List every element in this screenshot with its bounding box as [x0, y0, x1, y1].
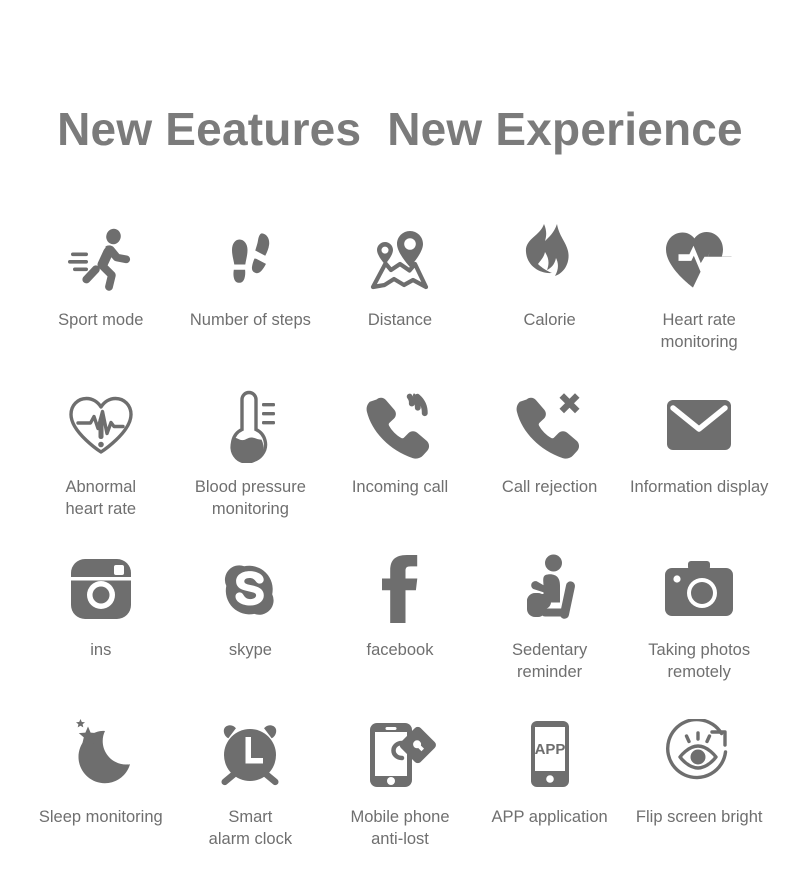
feature-label: Heart rate monitoring [660, 310, 738, 351]
page-title-row: New Eeatures New Experience [0, 0, 800, 184]
feature-label: Sport mode [58, 310, 144, 329]
feature-item-incoming-call[interactable]: Incoming call [325, 385, 475, 550]
feature-label: Calorie [523, 310, 576, 329]
footsteps-icon [214, 220, 286, 298]
feature-item-sedentary-reminder[interactable]: Sedentary reminder [475, 550, 625, 715]
heart-outline-ecg-alert-icon [63, 385, 139, 465]
feature-grid: Sport mode Number of steps Distance Calo… [0, 220, 800, 880]
feature-item-abnormal-heart-rate[interactable]: Abnormal heart rate [26, 385, 176, 550]
feature-item-information-display[interactable]: Information display [624, 385, 774, 550]
page-title: New Eeatures New Experience [57, 102, 743, 155]
feature-item-facebook[interactable]: facebook [325, 550, 475, 715]
feature-label: Number of steps [189, 310, 311, 329]
phone-lock-icon [362, 715, 438, 795]
feature-label: Blood pressure monitoring [194, 477, 306, 518]
feature-label: APP application [491, 807, 608, 826]
feature-label: ins [90, 640, 112, 659]
feature-item-calorie[interactable]: Calorie [475, 220, 625, 385]
flame-icon [520, 220, 580, 298]
feature-label: Taking photos remotely [648, 640, 751, 681]
skype-icon [217, 550, 283, 628]
feature-item-sport-mode[interactable]: Sport mode [26, 220, 176, 385]
feature-item-distance[interactable]: Distance [325, 220, 475, 385]
envelope-icon [663, 385, 735, 465]
feature-item-app-application[interactable]: APP APP application [475, 715, 625, 880]
feature-label: Smart alarm clock [208, 807, 293, 848]
feature-label: Flip screen bright [635, 807, 763, 826]
feature-label: Incoming call [351, 477, 449, 496]
alarm-clock-icon [214, 715, 286, 795]
instagram-camera-icon [69, 550, 133, 628]
moon-stars-icon [66, 715, 136, 795]
feature-item-blood-pressure-monitoring[interactable]: Blood pressure monitoring [176, 385, 326, 550]
feature-item-smart-alarm-clock[interactable]: Smart alarm clock [176, 715, 326, 880]
feature-label: Sleep monitoring [38, 807, 163, 826]
phone-incoming-call-icon [362, 385, 438, 465]
map-pins-route-icon [363, 220, 437, 298]
feature-item-sleep-monitoring[interactable]: Sleep monitoring [26, 715, 176, 880]
feature-label: Sedentary reminder [511, 640, 588, 681]
feature-item-flip-screen-bright[interactable]: Flip screen bright [624, 715, 774, 880]
feature-label: Distance [367, 310, 433, 329]
feature-item-ins[interactable]: ins [26, 550, 176, 715]
feature-item-taking-photos-remotely[interactable]: Taking photos remotely [624, 550, 774, 715]
feature-item-heart-rate-monitoring[interactable]: Heart rate monitoring [624, 220, 774, 385]
app-phone-icon: APP [525, 715, 575, 795]
feature-label: skype [228, 640, 272, 659]
feature-item-mobile-phone-anti-lost[interactable]: Mobile phone anti-lost [325, 715, 475, 880]
thermometer-icon [215, 385, 285, 465]
feature-label: Information display [629, 477, 769, 496]
facebook-icon [376, 550, 424, 628]
app-icon-text: APP [534, 741, 565, 758]
heart-pulse-icon [658, 220, 740, 298]
feature-label: facebook [366, 640, 434, 659]
feature-label: Mobile phone anti-lost [350, 807, 450, 848]
feature-item-number-of-steps[interactable]: Number of steps [176, 220, 326, 385]
eye-rotate-icon [662, 715, 736, 795]
feature-label: Abnormal heart rate [65, 477, 137, 518]
feature-item-skype[interactable]: skype [176, 550, 326, 715]
camera-icon [662, 550, 736, 628]
feature-item-call-rejection[interactable]: Call rejection [475, 385, 625, 550]
seated-person-icon [515, 550, 585, 628]
feature-overview-page: New Eeatures New Experience Sport mode N… [0, 0, 800, 862]
phone-call-reject-icon [512, 385, 588, 465]
feature-label: Call rejection [501, 477, 598, 496]
running-person-icon [65, 220, 137, 298]
